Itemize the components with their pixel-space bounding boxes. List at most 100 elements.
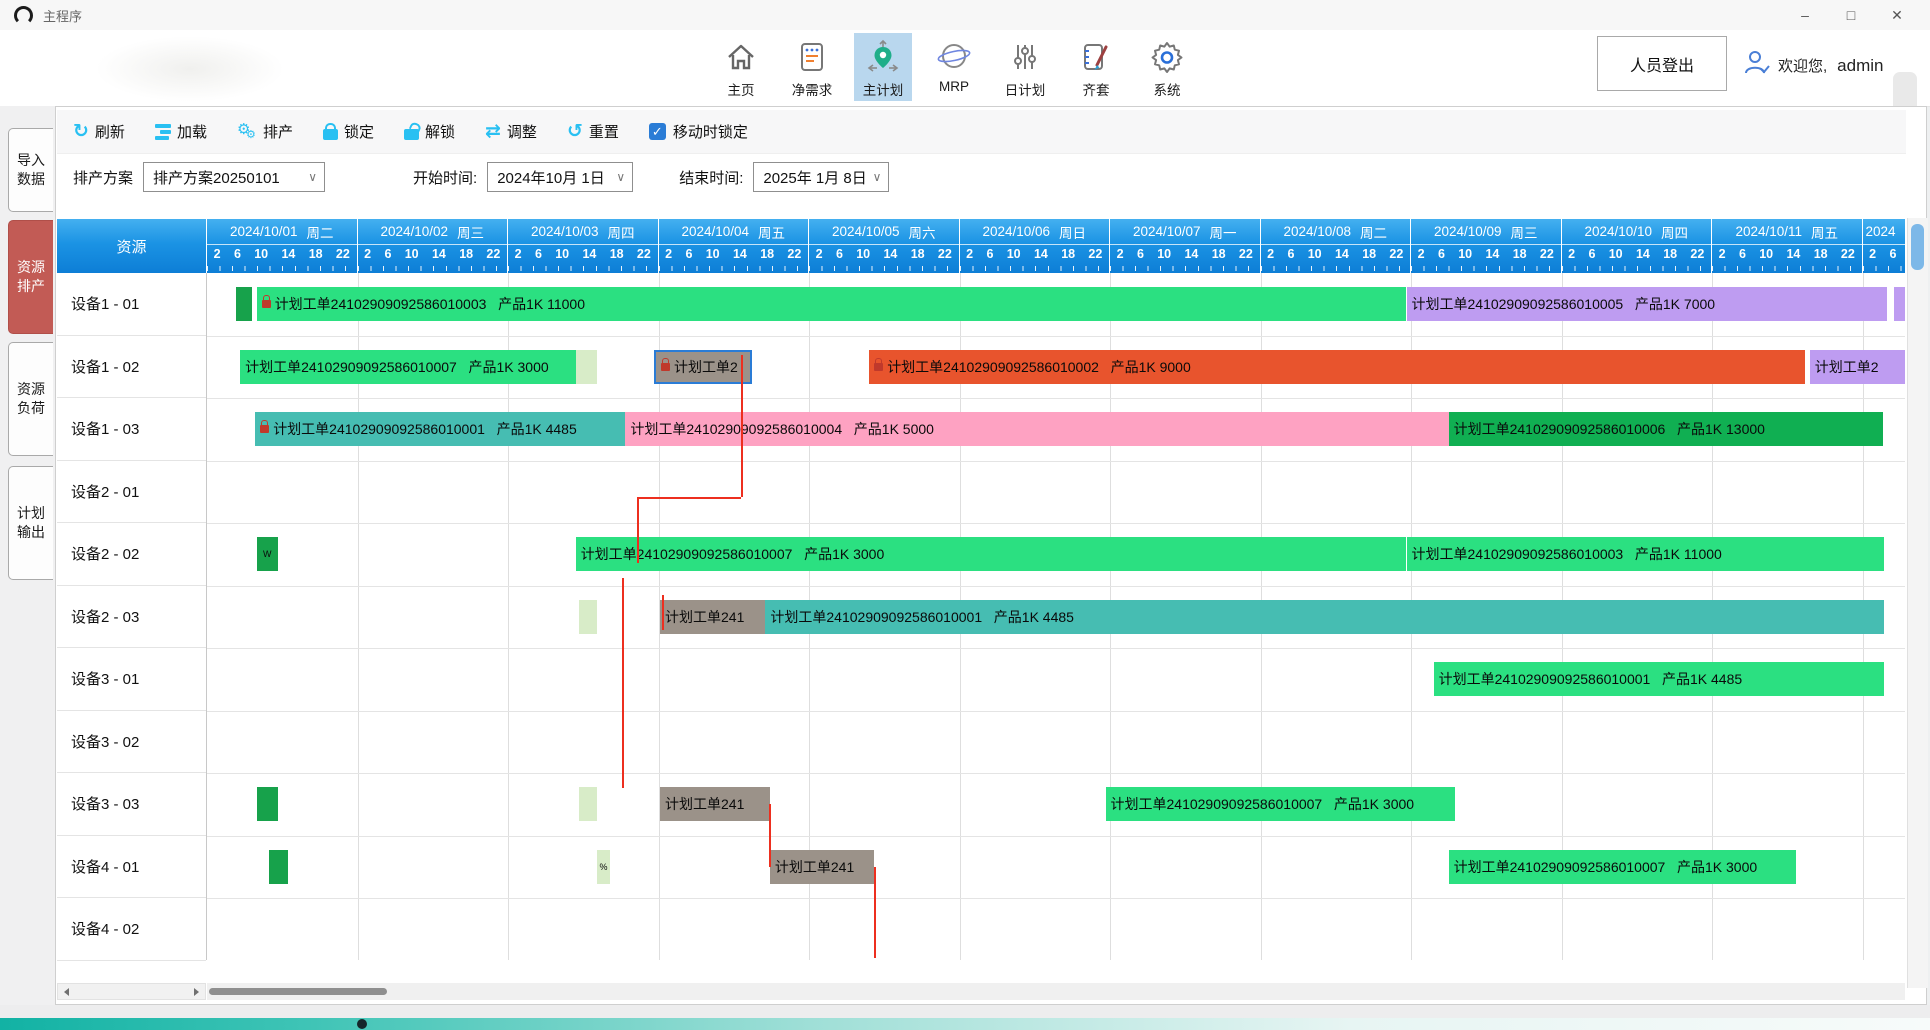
day-column-header: 2024/10/06周日2610141822: [960, 219, 1110, 273]
hour-labels: 2610141822: [809, 245, 959, 272]
kitting-icon: [1079, 37, 1113, 77]
close-button[interactable]: ✕: [1874, 0, 1920, 30]
sidebar-tab-import-data[interactable]: 导入 数据: [8, 128, 53, 212]
gantt-bar[interactable]: [1894, 287, 1905, 321]
main-panel: ↻ 刷新 加载 ⚙⚙ 排产 锁定 解锁 ⇄ 调整: [55, 106, 1927, 1005]
gantt-bar[interactable]: [576, 350, 597, 384]
hour-labels: 2610141822: [358, 245, 508, 272]
gantt-bar[interactable]: 计划工单24102909092586010006 产品1K 13000: [1449, 412, 1884, 446]
gantt-bar[interactable]: [236, 287, 253, 321]
gantt-bar[interactable]: 计划工单24102909092586010002 产品1K 9000: [869, 350, 1805, 384]
nav-item-system[interactable]: 系统: [1138, 33, 1196, 101]
hour-labels: 2610141822: [659, 245, 809, 272]
bar-label: 计划工单24102909092586010007 产品1K 3000: [581, 544, 885, 564]
gantt-bar[interactable]: 计划工单24102909092586010005 产品1K 7000: [1407, 287, 1887, 321]
gantt-bar[interactable]: [579, 787, 597, 821]
resource-pane-scrollbar[interactable]: [57, 983, 206, 1000]
sidebar-tab-plan-output[interactable]: 计划 输出: [8, 466, 53, 580]
unlock-button[interactable]: 解锁: [404, 121, 455, 142]
sidebar-tab-resource-scheduling[interactable]: 资源 排产: [8, 220, 53, 334]
nav-item-master-plan[interactable]: 主计划: [854, 33, 912, 101]
sidebar-tab-resource-load[interactable]: 资源 负荷: [8, 342, 53, 456]
horizontal-scrollbar[interactable]: [207, 983, 1905, 1000]
gantt-bar[interactable]: 计划工单24102909092586010007 产品1K 3000: [1449, 850, 1797, 884]
schedule-button[interactable]: ⚙⚙ 排产: [237, 121, 293, 142]
hour-labels: 2610141822: [960, 245, 1110, 272]
gantt-bar[interactable]: [269, 850, 289, 884]
day-date-label: 2024/10/11周五: [1712, 219, 1862, 245]
hour-labels: 2610141822: [207, 245, 357, 272]
gantt-bar[interactable]: [579, 600, 597, 634]
checkbox-checked-icon: [649, 123, 666, 140]
load-icon: [155, 124, 171, 140]
net-demand-icon: [795, 37, 829, 77]
day-date-label: 2024/10/04周五: [659, 219, 809, 245]
bar-label: 计划工单24102909092586010001 产品1K 4485: [273, 419, 577, 439]
gantt-bar[interactable]: 计划工单24102909092586010003 产品1K 11000: [1407, 537, 1884, 571]
row-gridline: [207, 648, 1905, 649]
gantt-bar[interactable]: 计划工单241: [770, 850, 874, 884]
day-column-header: 2024/10/11周五2610141822: [1712, 219, 1862, 273]
taskbar-dot: [357, 1019, 367, 1029]
gantt-bar[interactable]: W: [257, 537, 278, 571]
gantt-bar[interactable]: %: [597, 850, 611, 884]
bar-label: 计划工单241: [665, 607, 744, 627]
start-time-select[interactable]: 2024年10月 1日: [487, 162, 633, 192]
reset-button[interactable]: ↺ 重置: [567, 121, 619, 142]
gantt-bar[interactable]: 计划工单24102909092586010001 产品1K 4485: [255, 412, 625, 446]
nav-item-home[interactable]: 主页: [712, 33, 770, 101]
gantt-bar[interactable]: 计划工单24102909092586010003 产品1K 11000: [257, 287, 1407, 321]
end-time-label: 结束时间:: [679, 167, 743, 188]
logout-button[interactable]: 人员登出: [1597, 36, 1727, 91]
resource-label: 设备3 - 01: [57, 648, 206, 711]
system-gear-icon: [1149, 37, 1185, 77]
dependency-line: [769, 804, 771, 867]
hour-labels: 2610141822: [508, 245, 658, 272]
gantt-bar[interactable]: 计划工单24102909092586010007 产品1K 3000: [576, 537, 1407, 571]
gantt-bar[interactable]: [257, 787, 278, 821]
nav-item-daily-plan[interactable]: 日计划: [996, 33, 1054, 101]
gantt-bar[interactable]: 计划工单24102909092586010007 产品1K 3000: [240, 350, 576, 384]
gantt-bar[interactable]: 计划工单24102909092586010001 产品1K 4485: [765, 600, 1883, 634]
scroll-right-arrow[interactable]: [188, 984, 205, 999]
adjust-button[interactable]: ⇄ 调整: [485, 121, 537, 142]
gantt-bar[interactable]: 计划工单2: [1810, 350, 1905, 384]
gantt-bar[interactable]: 计划工单241: [660, 787, 770, 821]
master-plan-icon: [865, 37, 901, 77]
lock-button[interactable]: 锁定: [323, 121, 374, 142]
bar-label: 计划工单24102909092586010007 产品1K 3000: [1111, 794, 1415, 814]
refresh-button[interactable]: ↻ 刷新: [73, 121, 125, 142]
hour-labels: 2610141822: [1562, 245, 1712, 272]
maximize-button[interactable]: □: [1828, 0, 1874, 30]
day-column-header: 2024/10/05周六2610141822: [809, 219, 959, 273]
resource-column: 设备1 - 01设备1 - 02设备1 - 03设备2 - 01设备2 - 02…: [57, 273, 207, 960]
resource-label: 设备4 - 02: [57, 898, 206, 961]
vertical-scrollbar[interactable]: [1907, 218, 1928, 988]
vertical-scrollbar-thumb[interactable]: [1911, 224, 1924, 270]
resource-label: 设备2 - 02: [57, 523, 206, 586]
gantt-bar[interactable]: 计划工单24102909092586010007 产品1K 3000: [1106, 787, 1455, 821]
gantt-bar[interactable]: 计划工单2: [654, 350, 752, 384]
end-time-select[interactable]: 2025年 1月 8日: [753, 162, 889, 192]
bar-label: 计划工单2: [1815, 357, 1879, 377]
gantt-bar[interactable]: 计划工单241: [660, 600, 765, 634]
day-column-header: 2024/10/01周二2610141822: [207, 219, 357, 273]
day-date-label: 2024/10/10周四: [1562, 219, 1712, 245]
filter-bar: 排产方案 排产方案20250101 开始时间: 2024年10月 1日 结束时间…: [57, 154, 1906, 200]
dependency-line: [741, 355, 743, 497]
nav-item-net-demand[interactable]: 净需求: [783, 33, 841, 101]
dependency-line: [662, 595, 664, 630]
lock-on-move-checkbox[interactable]: 移动时锁定: [649, 121, 748, 142]
minimize-button[interactable]: –: [1782, 0, 1828, 30]
row-gridline: [207, 773, 1905, 774]
load-button[interactable]: 加载: [155, 121, 207, 142]
gantt-bar[interactable]: 计划工单24102909092586010001 产品1K 4485: [1434, 662, 1884, 696]
nav-item-mrp[interactable]: MRP: [925, 33, 983, 101]
plan-select[interactable]: 排产方案20250101: [143, 162, 325, 192]
gantt-bar[interactable]: 计划工单24102909092586010004 产品1K 5000: [625, 412, 1448, 446]
row-gridline: [207, 398, 1905, 399]
nav-item-kitting[interactable]: 齐套: [1067, 33, 1125, 101]
horizontal-scrollbar-thumb[interactable]: [209, 988, 387, 995]
dependency-line: [874, 867, 876, 958]
scroll-left-arrow[interactable]: [58, 984, 75, 999]
